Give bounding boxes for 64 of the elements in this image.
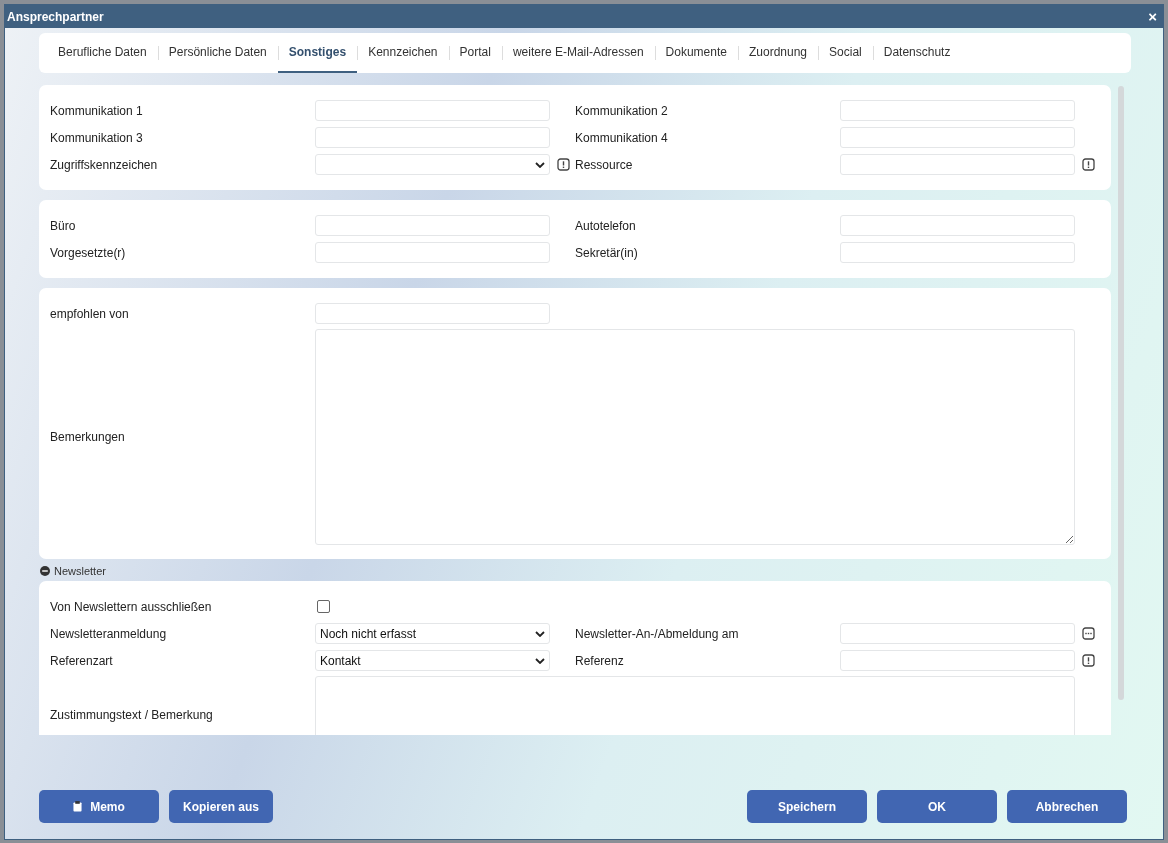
input-field[interactable]: [840, 127, 1075, 148]
field-label: Kommunikation 2: [575, 103, 669, 118]
input-field[interactable]: [315, 215, 550, 236]
field-label: Referenz: [575, 653, 625, 668]
field-label: Vorgesetzte(r): [50, 245, 127, 260]
field-label: Bemerkungen: [50, 430, 126, 444]
text-area[interactable]: [315, 329, 1075, 545]
tab[interactable]: Datenschutz: [872, 33, 962, 73]
dropdown[interactable]: [315, 154, 550, 175]
section-title[interactable]: Newsletter: [54, 565, 106, 577]
button[interactable]: OK: [877, 790, 997, 823]
field-label: Büro: [50, 218, 77, 233]
window-title: Ansprechpartner: [7, 9, 104, 24]
field-label: Kommunikation 1: [50, 103, 144, 118]
exclamation-icon[interactable]: [1082, 654, 1095, 667]
field-label: Kommunikation 4: [575, 130, 669, 145]
field-label: Ressource: [575, 157, 634, 172]
button[interactable]: Kopieren aus: [169, 790, 274, 823]
input-field[interactable]: [315, 242, 550, 263]
field-label: empfohlen von: [50, 306, 130, 321]
button[interactable]: Abbrechen: [1007, 790, 1127, 823]
more-icon[interactable]: [1082, 627, 1095, 640]
tab[interactable]: Portal: [448, 33, 502, 73]
input-field[interactable]: [840, 242, 1075, 263]
field-label: Zugriffskennzeichen: [50, 157, 159, 172]
exclamation-icon[interactable]: [1082, 158, 1095, 171]
field-label: Newsletter-An-/Abmeldung am: [575, 626, 740, 641]
chevron-down-icon: [535, 161, 545, 168]
tab[interactable]: Dokumente: [654, 33, 738, 73]
input-field[interactable]: [315, 303, 550, 324]
text-area[interactable]: [315, 676, 1075, 735]
tab[interactable]: Berufliche Daten: [47, 33, 158, 73]
button[interactable]: Memo: [39, 790, 159, 823]
input-field[interactable]: [315, 127, 550, 148]
input-field[interactable]: [840, 650, 1075, 671]
button[interactable]: Speichern: [747, 790, 867, 823]
input-field[interactable]: [840, 623, 1075, 644]
field-label: Newsletteranmeldung: [50, 626, 168, 641]
chevron-down-icon: [535, 657, 545, 664]
checkbox[interactable]: [317, 600, 330, 613]
tab[interactable]: weitere E-Mail-Adressen: [501, 33, 655, 73]
input-field[interactable]: [840, 154, 1075, 175]
dropdown[interactable]: Noch nicht erfasst: [315, 623, 550, 644]
collapse-icon[interactable]: [40, 566, 50, 576]
dropdown[interactable]: Kontakt: [315, 650, 550, 671]
input-field[interactable]: [840, 100, 1075, 121]
field-label: Von Newslettern ausschließen: [50, 599, 213, 614]
tab[interactable]: Sonstiges: [277, 33, 358, 73]
input-field[interactable]: [315, 100, 550, 121]
tab[interactable]: Social: [818, 33, 873, 73]
field-label: Kommunikation 3: [50, 130, 144, 145]
clipboard-icon: [73, 801, 83, 812]
exclamation-icon[interactable]: [557, 158, 570, 171]
field-label: Sekretär(in): [575, 245, 639, 260]
tab[interactable]: Persönliche Daten: [157, 33, 278, 73]
field-label: Referenzart: [50, 653, 114, 668]
field-label: Autotelefon: [575, 218, 637, 233]
close-button[interactable]: ×: [1146, 8, 1159, 25]
field-label: Zustimmungstext / Bemerkung: [50, 708, 214, 722]
tab[interactable]: Kennzeichen: [357, 33, 449, 73]
input-field[interactable]: [840, 215, 1075, 236]
chevron-down-icon: [535, 630, 545, 637]
tab[interactable]: Zuordnung: [738, 33, 819, 73]
scrollbar[interactable]: [1118, 86, 1124, 700]
